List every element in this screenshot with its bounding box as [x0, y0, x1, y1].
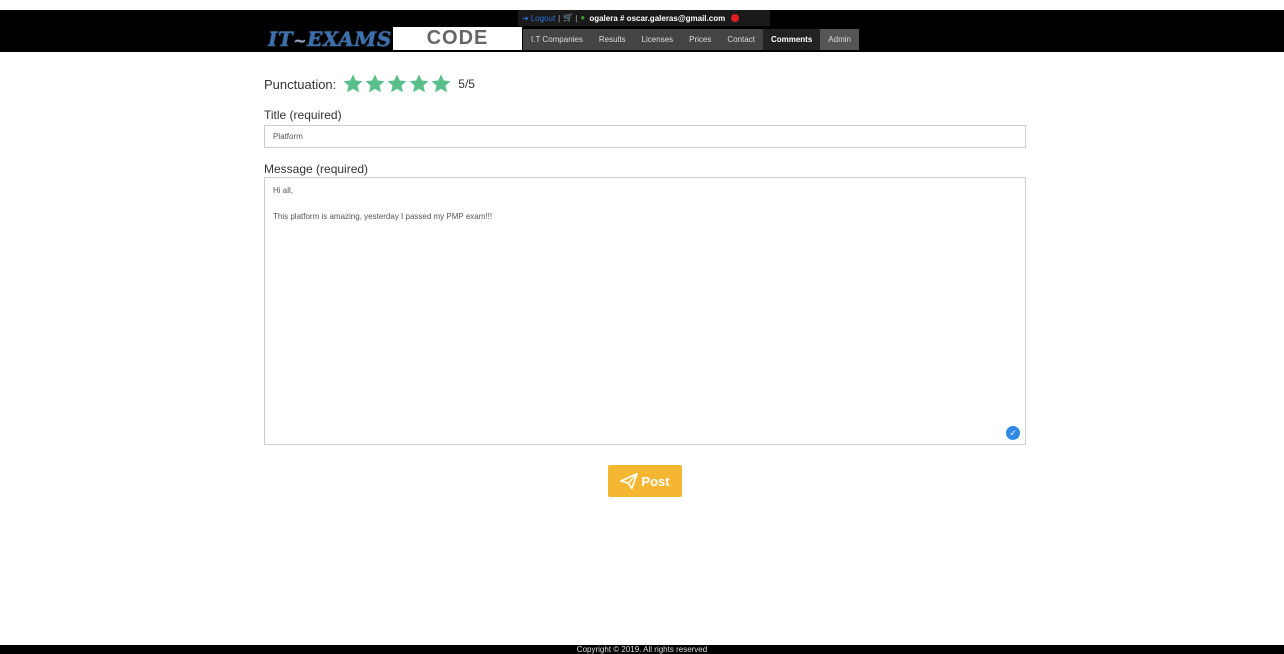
user-icon: ● — [580, 13, 586, 22]
star-icon[interactable] — [386, 73, 408, 95]
message-line: This platform is amazing, yesterday I pa… — [273, 212, 493, 221]
site-header: ➜ Logout | 🛒 | ● ogalera # oscar.galeras… — [0, 10, 1284, 52]
nav-item-contact[interactable]: Contact — [719, 29, 763, 50]
site-logo[interactable]: IT~EXAMS — [268, 27, 392, 51]
nav-item-results[interactable]: Results — [590, 29, 634, 50]
message-textarea[interactable]: Hi all, This platform is amazing, yester… — [264, 177, 1026, 445]
copyright-text: Copyright © 2019. All rights reserved — [576, 645, 708, 654]
message-line: Hi all, — [273, 186, 294, 195]
notification-icon[interactable] — [731, 14, 740, 22]
title-label: Title (required) — [264, 108, 342, 122]
main-nav: I.T Companies Results Licenses Prices Co… — [523, 29, 859, 50]
logout-icon: ➜ — [522, 13, 529, 23]
title-input-value: Platform — [273, 132, 303, 141]
nav-item-licenses[interactable]: Licenses — [633, 29, 682, 50]
site-footer: Copyright © 2019. All rights reserved — [0, 645, 1284, 654]
nav-item-it-companies[interactable]: I.T Companies — [523, 29, 591, 50]
nav-item-prices[interactable]: Prices — [681, 29, 720, 50]
message-line — [273, 197, 1017, 210]
page: ➜ Logout | 🛒 | ● ogalera # oscar.galeras… — [0, 0, 1284, 654]
paper-plane-icon — [620, 473, 639, 489]
spellcheck-icon[interactable]: ✓ — [1006, 426, 1020, 440]
star-icon[interactable] — [342, 73, 364, 95]
rating-label: Punctuation: — [264, 76, 337, 92]
star-icon[interactable] — [364, 73, 386, 95]
nav-item-admin[interactable]: Admin — [820, 29, 859, 50]
logo-text-exams: EXAMS — [307, 27, 392, 51]
separator: | — [558, 13, 561, 23]
user-topbar: ➜ Logout | 🛒 | ● ogalera # oscar.galeras… — [518, 10, 770, 26]
logo-text-it: IT — [268, 27, 294, 51]
post-button[interactable]: Post — [608, 465, 682, 497]
message-label: Message (required) — [264, 162, 369, 176]
logout-link[interactable]: Logout — [531, 14, 555, 23]
code-banner: CODE — [393, 27, 522, 50]
user-account-text[interactable]: ogalera # oscar.galeras@gmail.com — [589, 14, 725, 23]
post-button-label: Post — [641, 473, 670, 489]
logo-tilde: ~ — [293, 31, 308, 50]
title-input[interactable]: Platform — [264, 125, 1026, 148]
nav-item-comments[interactable]: Comments — [762, 29, 821, 50]
star-rating — [342, 73, 452, 95]
star-icon[interactable] — [408, 73, 430, 95]
cart-icon[interactable]: 🛒 — [563, 14, 573, 22]
separator: | — [575, 13, 578, 23]
rating-row: Punctuation: 5/5 — [264, 72, 475, 96]
star-icon[interactable] — [430, 73, 452, 95]
rating-value: 5/5 — [458, 77, 475, 91]
